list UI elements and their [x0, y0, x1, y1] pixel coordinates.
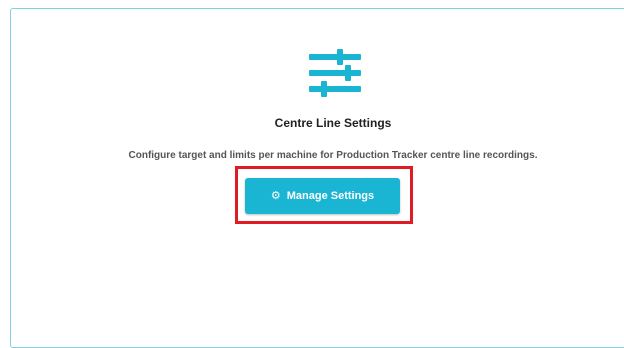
gear-icon: ⚙ — [270, 189, 281, 202]
manage-settings-label: Manage Settings — [286, 190, 375, 202]
manage-settings-button[interactable]: ⚙ Manage Settings — [245, 178, 400, 214]
card-title: Centre Line Settings — [274, 116, 392, 130]
card-description: Configure target and limits per machine … — [128, 150, 538, 161]
sliders-icon — [309, 49, 361, 97]
